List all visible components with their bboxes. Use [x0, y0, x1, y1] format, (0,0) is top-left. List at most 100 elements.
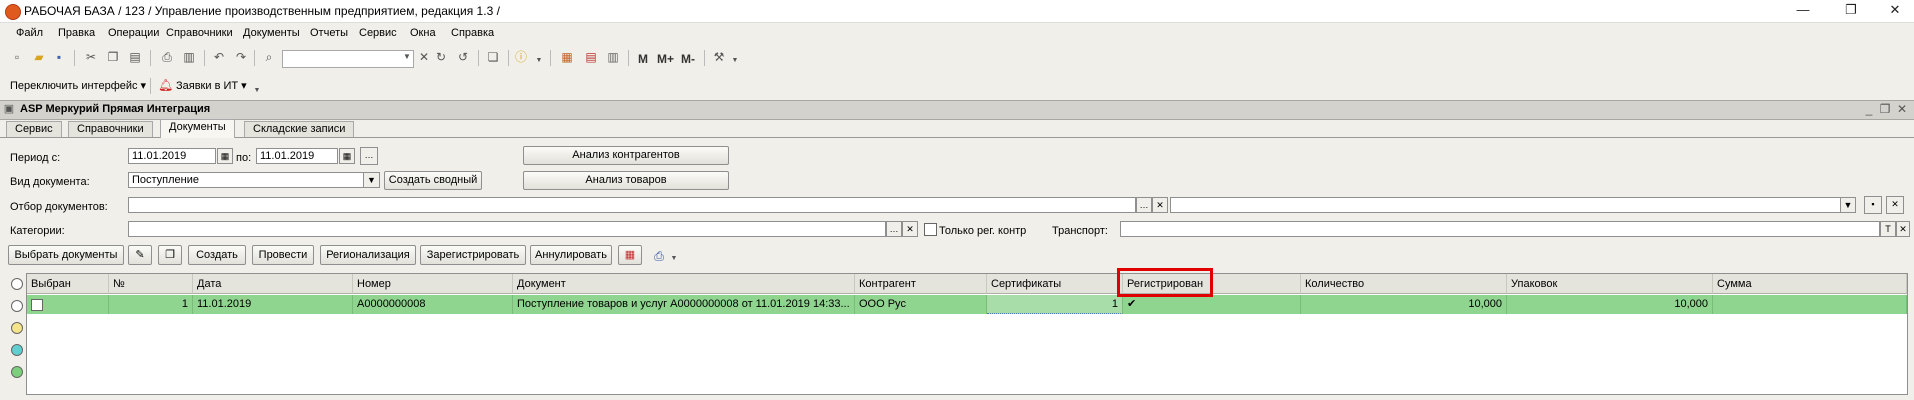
it-requests-button[interactable]: Заявки в ИТ ▾ — [176, 79, 247, 92]
menu-reports[interactable]: Отчеты — [310, 27, 348, 39]
info-icon[interactable]: ⓘ — [514, 50, 528, 64]
table-cell-number[interactable]: 1 — [109, 295, 193, 314]
chevron-down-icon[interactable]: ▼ — [532, 54, 546, 68]
tab-catalogs[interactable]: Справочники — [68, 121, 153, 137]
table-cell-quantity[interactable]: 10,000 — [1301, 295, 1507, 314]
new-document-icon[interactable]: ▫ — [10, 50, 24, 64]
restore-button[interactable]: ❐ — [1836, 2, 1866, 18]
clear-icon[interactable]: ✕ — [902, 221, 918, 237]
select-icon[interactable]: … — [886, 221, 902, 237]
table-cell-doc-number[interactable]: А0000000008 — [353, 295, 513, 314]
status-yellow-icon[interactable] — [11, 322, 23, 334]
tools-icon[interactable]: ⚒ — [712, 50, 726, 64]
undo-icon[interactable]: ↶ — [212, 50, 226, 64]
table-row-selected-cell[interactable] — [27, 295, 109, 314]
print-icon[interactable]: ⎙ — [160, 50, 174, 64]
doc-filter-value-field[interactable] — [1170, 197, 1856, 213]
copy-icon[interactable]: ❐ — [106, 50, 120, 64]
memory-button[interactable]: M — [638, 52, 648, 66]
chevron-down-icon[interactable]: ▼ — [667, 252, 681, 266]
period-from-field[interactable]: 11.01.2019 — [128, 148, 216, 164]
memory-minus-button[interactable]: M- — [681, 52, 695, 66]
status-all-icon[interactable] — [11, 278, 23, 290]
calculator-icon[interactable]: ▦ — [560, 50, 574, 64]
preview-icon[interactable]: ▥ — [182, 50, 196, 64]
status-cyan-icon[interactable] — [11, 344, 23, 356]
column-header-doc-number[interactable]: Номер — [353, 274, 513, 294]
calendar-icon[interactable]: ▦ — [217, 148, 233, 164]
select-documents-button[interactable]: Выбрать документы — [8, 245, 124, 265]
chevron-down-icon[interactable]: ▼ — [400, 50, 414, 64]
chevron-down-icon[interactable]: ▼ — [1840, 197, 1856, 213]
switch-interface-button[interactable]: Переключить интерфейс ▾ — [10, 79, 146, 92]
table-cell-packs[interactable]: 10,000 — [1507, 295, 1713, 314]
column-header-certificates[interactable]: Сертификаты — [987, 274, 1123, 294]
status-green-icon[interactable] — [11, 366, 23, 378]
minimize-button[interactable]: — — [1788, 2, 1818, 18]
status-white-icon[interactable] — [11, 300, 23, 312]
column-header-sum[interactable]: Сумма — [1713, 274, 1907, 294]
column-header-packs[interactable]: Упаковок — [1507, 274, 1713, 294]
create-summary-button[interactable]: Создать сводный — [384, 171, 482, 190]
clear-filter-icon[interactable]: ✕ — [1886, 196, 1904, 214]
menu-file[interactable]: Файл — [16, 27, 43, 39]
restore-form-icon[interactable]: ❐ — [1878, 102, 1892, 116]
paste-icon[interactable]: ▤ — [128, 50, 142, 64]
table-cell-certificates[interactable]: 1 — [987, 295, 1123, 314]
period-to-field[interactable]: 11.01.2019 — [256, 148, 338, 164]
tab-warehouse-records[interactable]: Складские записи — [244, 121, 355, 137]
transport-field[interactable] — [1120, 221, 1880, 237]
menu-service[interactable]: Сервис — [359, 27, 397, 39]
quick-search-input[interactable] — [282, 50, 414, 68]
save-filter-icon[interactable]: ▪ — [1864, 196, 1882, 214]
column-header-quantity[interactable]: Количество — [1301, 274, 1507, 294]
open-folder-icon[interactable]: ▰ — [32, 50, 46, 64]
column-header-contractor[interactable]: Контрагент — [855, 274, 987, 294]
clear-icon[interactable]: ✕ — [1152, 197, 1168, 213]
save-icon[interactable]: ▪ — [52, 50, 66, 64]
windows-icon[interactable]: ❏ — [486, 50, 500, 64]
chevron-down-icon[interactable]: ▼ — [364, 172, 380, 188]
table-cell-date[interactable]: 11.01.2019 — [193, 295, 353, 314]
table-cell-document[interactable]: Поступление товаров и услуг А0000000008 … — [513, 295, 855, 314]
menu-windows[interactable]: Окна — [410, 27, 436, 39]
memory-plus-button[interactable]: M+ — [657, 52, 674, 66]
tab-service[interactable]: Сервис — [6, 121, 62, 137]
table-cell-registered[interactable]: ✔ — [1123, 295, 1301, 314]
menu-documents[interactable]: Документы — [243, 27, 300, 39]
text-icon[interactable]: T — [1880, 221, 1896, 237]
doc-filter-field[interactable] — [128, 197, 1136, 213]
categories-field[interactable] — [128, 221, 886, 237]
close-button[interactable]: ✕ — [1880, 2, 1910, 18]
register-button[interactable]: Зарегистрировать — [420, 245, 526, 265]
close-form-icon[interactable]: ✕ — [1895, 102, 1909, 116]
analyze-goods-button[interactable]: Анализ товаров — [523, 171, 729, 190]
column-header-document[interactable]: Документ — [513, 274, 855, 294]
delete-marked-icon[interactable]: ▦ — [618, 245, 642, 265]
menu-edit[interactable]: Правка — [58, 27, 95, 39]
select-icon[interactable]: … — [1136, 197, 1152, 213]
clear-icon[interactable]: ✕ — [1896, 221, 1910, 237]
print-icon[interactable]: ⎙ — [652, 249, 666, 263]
calendar-icon[interactable]: ▦ — [339, 148, 355, 164]
calendar-icon[interactable]: ▤ — [584, 50, 598, 64]
cut-icon[interactable]: ✂ — [84, 50, 98, 64]
post-button[interactable]: Провести — [252, 245, 314, 265]
copy-icon[interactable]: ❐ — [158, 245, 182, 265]
chevron-down-icon[interactable]: ▼ — [728, 54, 742, 68]
analyze-contractors-button[interactable]: Анализ контрагентов — [523, 146, 729, 165]
clear-search-icon[interactable]: ✕ — [417, 50, 431, 64]
column-header-date[interactable]: Дата — [193, 274, 353, 294]
find-prev-icon[interactable]: ↺ — [456, 50, 470, 64]
table-cell-sum[interactable] — [1713, 295, 1907, 314]
search-icon[interactable]: ⌕ — [262, 50, 276, 64]
menu-help[interactable]: Справка — [451, 27, 494, 39]
row-select-checkbox[interactable] — [31, 299, 43, 311]
create-button[interactable]: Создать — [188, 245, 246, 265]
only-reg-checkbox[interactable] — [924, 223, 937, 236]
column-header-number[interactable]: № — [109, 274, 193, 294]
table-icon[interactable]: ▥ — [606, 50, 620, 64]
edit-icon[interactable]: ✎ — [128, 245, 152, 265]
find-next-icon[interactable]: ↻ — [434, 50, 448, 64]
cancel-button[interactable]: Аннулировать — [530, 245, 612, 265]
